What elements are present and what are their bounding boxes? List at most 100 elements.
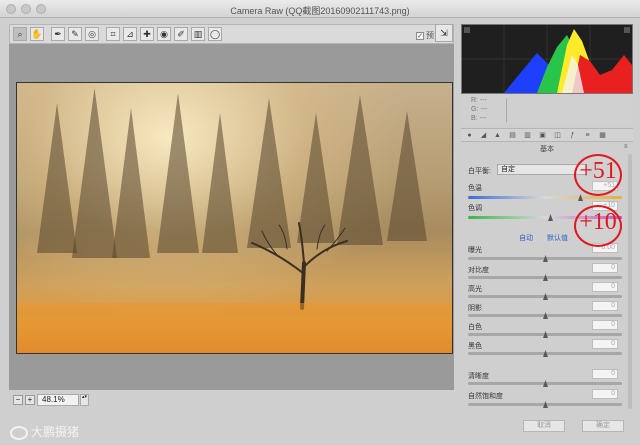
check-icon: ✓: [416, 31, 424, 40]
ok-button[interactable]: 确定: [582, 420, 624, 432]
crop-tool-button[interactable]: ⌗: [106, 27, 120, 41]
whites-thumb[interactable]: [543, 331, 548, 338]
shadows-value[interactable]: 0: [592, 301, 618, 311]
brush-icon: ✐: [177, 29, 185, 39]
shadow-clipping-icon[interactable]: [464, 27, 470, 33]
highlights-slider[interactable]: [468, 293, 622, 300]
zoom-in-button[interactable]: +: [25, 395, 35, 405]
presets-icon[interactable]: ≡: [583, 131, 592, 140]
target-adjust-tool-button[interactable]: ◎: [85, 27, 99, 41]
minus-icon: −: [15, 395, 21, 404]
hand-icon: ✋: [31, 29, 43, 39]
target-adjust-icon: ◎: [88, 29, 96, 39]
histogram-graph: [462, 25, 632, 93]
tone-curve-icon[interactable]: ◢: [479, 131, 488, 140]
calibration-icon[interactable]: ƒ: [568, 131, 577, 140]
exposure-slider[interactable]: [468, 255, 622, 262]
zoom-stepper[interactable]: ▴▾: [80, 394, 89, 406]
blacks-label: 黑色: [468, 343, 482, 350]
straighten-tool-button[interactable]: ⊿: [123, 27, 137, 41]
hsl-icon[interactable]: ▤: [508, 131, 517, 140]
histogram: [461, 24, 633, 94]
detail-icon[interactable]: ▲: [493, 131, 502, 140]
temperature-annotation: +51: [579, 158, 617, 184]
hand-tool-button[interactable]: ✋: [30, 27, 44, 41]
zoom-tool-button[interactable]: ⌕: [13, 27, 27, 41]
whites-value[interactable]: 0: [592, 320, 618, 330]
crop-icon: ⌗: [110, 29, 116, 39]
vibrance-thumb[interactable]: [543, 401, 548, 408]
blue-readout: B: ---: [471, 115, 487, 122]
highlights-thumb[interactable]: [543, 293, 548, 300]
effects-icon[interactable]: ◫: [553, 131, 562, 140]
red-readout: R: ---: [471, 97, 487, 104]
shadows-thumb[interactable]: [543, 312, 548, 319]
white-balance-label: 白平衡:: [468, 168, 491, 175]
tint-annotation: +10: [579, 209, 617, 235]
temperature-slider[interactable]: [468, 194, 622, 201]
temperature-thumb[interactable]: [578, 194, 583, 201]
white-balance-icon: ✒: [54, 29, 62, 39]
spot-removal-tool-button[interactable]: ✚: [140, 27, 154, 41]
clarity-value[interactable]: 0: [592, 369, 618, 379]
vibrance-label: 自然饱和度: [468, 393, 503, 400]
basic-icon[interactable]: ●: [465, 131, 474, 140]
image-canvas[interactable]: [9, 44, 454, 390]
clarity-slider[interactable]: [468, 380, 622, 387]
snapshots-icon[interactable]: ▦: [598, 131, 607, 140]
adjustment-brush-button[interactable]: ✐: [174, 27, 188, 41]
zoom-out-button[interactable]: −: [13, 395, 23, 405]
clarity-label: 清晰度: [468, 373, 489, 380]
radial-filter-icon: ◯: [209, 29, 221, 39]
contrast-slider[interactable]: [468, 274, 622, 281]
title-bar: Camera Raw (QQ截图20160902111743.png): [0, 0, 640, 18]
shadows-label: 阴影: [468, 305, 482, 312]
panel-scrollbar[interactable]: [628, 154, 632, 409]
contrast-thumb[interactable]: [543, 274, 548, 281]
basic-panel-title: 基本: [540, 146, 554, 153]
watermark: 大鹏摄猪: [10, 423, 79, 440]
graduated-filter-button[interactable]: ▥: [191, 27, 205, 41]
color-sampler-tool-button[interactable]: ✎: [68, 27, 82, 41]
blacks-value[interactable]: 0: [592, 339, 618, 349]
exposure-thumb[interactable]: [543, 255, 548, 262]
white-balance-tool-button[interactable]: ✒: [51, 27, 65, 41]
rgb-readout: R: --- G: --- B: ---: [461, 95, 633, 125]
vibrance-value[interactable]: 0: [592, 389, 618, 399]
camera-raw-window: Camera Raw (QQ截图20160902111743.png) ⌕ ✋ …: [0, 0, 640, 445]
whites-label: 白色: [468, 324, 482, 331]
tint-label: 色调: [468, 205, 482, 212]
radial-filter-button[interactable]: ◯: [208, 27, 222, 41]
clarity-thumb[interactable]: [543, 380, 548, 387]
vibrance-slider[interactable]: [468, 401, 622, 408]
split-tone-icon[interactable]: ▥: [523, 131, 532, 140]
blacks-slider[interactable]: [468, 350, 622, 357]
lens-icon[interactable]: ▣: [538, 131, 547, 140]
default-button[interactable]: 默认值: [547, 233, 568, 243]
temperature-label: 色温: [468, 185, 482, 192]
fullscreen-icon: ⇲: [440, 28, 448, 38]
auto-button[interactable]: 自动: [519, 233, 533, 243]
watermark-logo-icon: [10, 425, 28, 440]
blacks-thumb[interactable]: [543, 350, 548, 357]
straighten-icon: ⊿: [126, 29, 134, 39]
zoom-level-field[interactable]: 48.1%: [37, 394, 79, 406]
tint-thumb[interactable]: [548, 214, 553, 221]
watermark-text: 大鹏摄猪: [31, 425, 80, 439]
panel-menu-icon[interactable]: ≡: [624, 144, 628, 150]
photo-preview: [16, 82, 453, 354]
panel-tabs: ● ◢ ▲ ▤ ▥ ▣ ◫ ƒ ≡ ▦: [461, 128, 633, 142]
whites-slider[interactable]: [468, 331, 622, 338]
lone-tree-graphic: [17, 222, 452, 353]
red-eye-icon: ◉: [160, 29, 168, 39]
highlights-value[interactable]: 0: [592, 282, 618, 292]
cancel-button[interactable]: 取消: [523, 420, 565, 432]
fullscreen-button[interactable]: ⇲: [435, 24, 453, 42]
shadows-slider[interactable]: [468, 312, 622, 319]
plus-icon: +: [27, 395, 33, 404]
red-eye-tool-button[interactable]: ◉: [157, 27, 171, 41]
highlights-label: 高光: [468, 286, 482, 293]
stepper-icon: ▴▾: [81, 394, 88, 400]
highlight-clipping-icon[interactable]: [624, 27, 630, 33]
contrast-value[interactable]: 0: [592, 263, 618, 273]
